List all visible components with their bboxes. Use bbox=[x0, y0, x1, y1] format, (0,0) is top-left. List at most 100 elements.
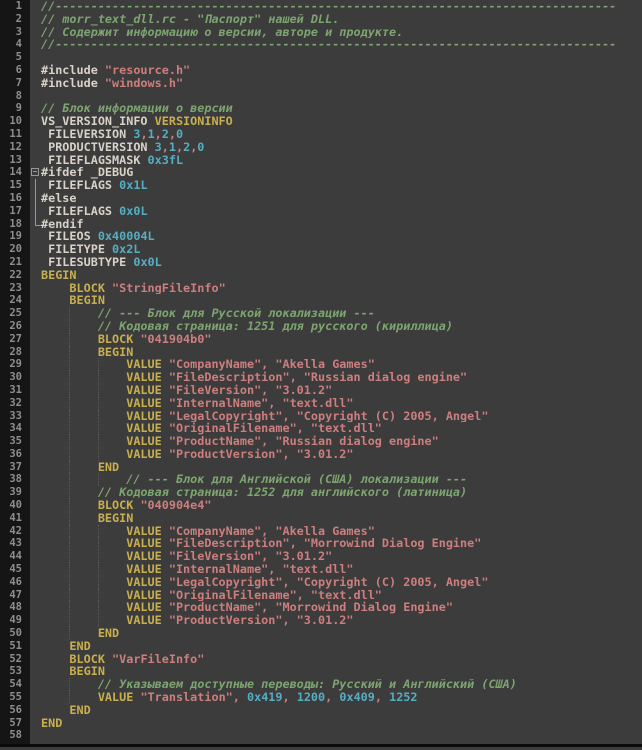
indent-guide bbox=[98, 448, 99, 461]
code-line[interactable]: 16#else bbox=[0, 192, 642, 205]
code-line[interactable]: 15 FILEFLAGS 0x1L bbox=[0, 179, 642, 192]
code-token: 2 bbox=[162, 128, 169, 141]
code-line[interactable]: 27 BLOCK "041904b0" bbox=[0, 333, 642, 346]
indent-guide bbox=[98, 589, 99, 602]
code-line[interactable]: 35 VALUE "ProductName", "Russian dialog … bbox=[0, 435, 642, 448]
line-number: 23 bbox=[0, 282, 30, 295]
code-line[interactable]: 36 VALUE "ProductVersion", "3.01.2" bbox=[0, 448, 642, 461]
code-line[interactable]: 57END bbox=[0, 717, 642, 730]
code-line[interactable]: 38 // --- Блок для Английской (США) лока… bbox=[0, 473, 642, 486]
fold-margin bbox=[30, 77, 41, 90]
fold-margin bbox=[30, 640, 41, 653]
code-line[interactable]: 9// Блок информации о версии bbox=[0, 102, 642, 115]
code-line[interactable]: 42 VALUE "CompanyName", "Akella Games" bbox=[0, 525, 642, 538]
code-line[interactable]: 13 FILEFLAGSMASK 0x3fL bbox=[0, 154, 642, 167]
code-line[interactable]: 1//-------------------------------------… bbox=[0, 0, 642, 13]
code-line[interactable]: 32 VALUE "InternalName", "text.dll" bbox=[0, 397, 642, 410]
code-line[interactable]: 22BEGIN bbox=[0, 269, 642, 282]
code-token: 0x40004L bbox=[98, 230, 155, 243]
code-token: VALUE bbox=[41, 614, 169, 627]
code-token: 0 bbox=[176, 128, 183, 141]
code-line[interactable]: 51 END bbox=[0, 640, 642, 653]
indent-guide bbox=[98, 422, 99, 435]
code-line[interactable]: 31 VALUE "FileVersion", "3.01.2" bbox=[0, 384, 642, 397]
fold-minus-icon[interactable] bbox=[31, 168, 39, 176]
code-line[interactable]: 30 VALUE "FileDescription", "Russian dia… bbox=[0, 371, 642, 384]
code-editor[interactable]: 1//-------------------------------------… bbox=[0, 0, 642, 747]
code-line[interactable]: 25 // --- Блок для Русской локализации -… bbox=[0, 307, 642, 320]
code-token: "OriginalFilename", "text.dll" bbox=[169, 589, 382, 602]
code-line[interactable]: 7#include "windows.h" bbox=[0, 77, 642, 90]
code-line[interactable]: 26 // Кодовая страница: 1251 для русског… bbox=[0, 320, 642, 333]
code-line[interactable]: 45 VALUE "InternalName", "text.dll" bbox=[0, 563, 642, 576]
fold-margin bbox=[30, 589, 41, 602]
code-token: 0 bbox=[197, 141, 204, 154]
code-lines-container: 1//-------------------------------------… bbox=[0, 0, 642, 742]
code-line[interactable]: 54 // Указываем доступные переводы: Русс… bbox=[0, 678, 642, 691]
code-line[interactable]: 53 BEGIN bbox=[0, 665, 642, 678]
code-line[interactable]: 23 BLOCK "StringFileInfo" bbox=[0, 282, 642, 295]
code-line[interactable]: 39 // Кодовая страница: 1252 для английс… bbox=[0, 486, 642, 499]
line-number: 47 bbox=[0, 589, 30, 602]
code-line[interactable]: 19 FILEOS 0x40004L bbox=[0, 230, 642, 243]
code-token: 0x409 bbox=[339, 691, 375, 704]
code-line[interactable]: 46 VALUE "LegalCopyright", "Copyright (C… bbox=[0, 576, 642, 589]
code-line[interactable]: 20 FILETYPE 0x2L bbox=[0, 243, 642, 256]
code-line[interactable]: 18#endif bbox=[0, 218, 642, 231]
fold-collapse-icon[interactable] bbox=[30, 166, 41, 179]
code-text: //--------------------------------------… bbox=[41, 38, 642, 51]
code-line[interactable]: 5 bbox=[0, 51, 642, 64]
indent-guide bbox=[69, 358, 70, 371]
indent-guide bbox=[98, 525, 99, 538]
code-token: "windows.h" bbox=[105, 77, 183, 90]
line-number: 25 bbox=[0, 307, 30, 320]
indent-guide bbox=[69, 691, 70, 704]
code-line[interactable]: 29 VALUE "CompanyName", "Akella Games" bbox=[0, 358, 642, 371]
code-text: // Кодовая страница: 1252 для английског… bbox=[41, 486, 642, 499]
code-line[interactable]: 2// morr_text_dll.rc - "Паспорт" нашей D… bbox=[0, 13, 642, 26]
code-token: VALUE bbox=[41, 397, 169, 410]
code-line[interactable]: 37 END bbox=[0, 461, 642, 474]
code-line[interactable]: 56 END bbox=[0, 704, 642, 717]
fold-margin bbox=[30, 627, 41, 640]
code-token: VERSIONINFO bbox=[155, 115, 233, 128]
code-line[interactable]: 8 bbox=[0, 90, 642, 103]
code-line[interactable]: 17 FILEFLAGS 0x0L bbox=[0, 205, 642, 218]
fold-margin bbox=[30, 333, 41, 346]
code-line[interactable]: 6#include "resource.h" bbox=[0, 64, 642, 77]
code-line[interactable]: 43 VALUE "FileDescription", "Morrowind D… bbox=[0, 537, 642, 550]
code-text: BLOCK "041904b0" bbox=[41, 333, 642, 346]
code-line[interactable]: 48 VALUE "ProductName", "Morrowind Dialo… bbox=[0, 601, 642, 614]
code-text: FILEFLAGS 0x0L bbox=[41, 205, 642, 218]
code-line[interactable]: 58 bbox=[0, 729, 642, 742]
code-line[interactable]: 11 FILEVERSION 3,1,2,0 bbox=[0, 128, 642, 141]
code-token: VALUE bbox=[41, 525, 169, 538]
code-token: END bbox=[41, 717, 62, 730]
code-line[interactable]: 4//-------------------------------------… bbox=[0, 38, 642, 51]
code-line[interactable]: 28 BEGIN bbox=[0, 346, 642, 359]
code-text: #ifdef _DEBUG bbox=[41, 166, 642, 179]
window-bottom-edge bbox=[0, 744, 642, 747]
code-text: // morr_text_dll.rc - "Паспорт" нашей DL… bbox=[41, 13, 642, 26]
line-number: 12 bbox=[0, 141, 30, 154]
code-line[interactable]: 34 VALUE "OriginalFilename", "text.dll" bbox=[0, 422, 642, 435]
code-line[interactable]: 24 BEGIN bbox=[0, 294, 642, 307]
code-line[interactable]: 44 VALUE "FileVersion", "3.01.2" bbox=[0, 550, 642, 563]
code-line[interactable]: 41 BEGIN bbox=[0, 512, 642, 525]
code-line[interactable]: 3// Содержит информацию о версии, авторе… bbox=[0, 26, 642, 39]
code-text: VALUE "OriginalFilename", "text.dll" bbox=[41, 589, 642, 602]
code-token: "VarFileInfo" bbox=[112, 653, 204, 666]
code-line[interactable]: 33 VALUE "LegalCopyright", "Copyright (C… bbox=[0, 410, 642, 423]
code-line[interactable]: 40 BLOCK "040904e4" bbox=[0, 499, 642, 512]
code-line[interactable]: 50 END bbox=[0, 627, 642, 640]
code-line[interactable]: 52 BLOCK "VarFileInfo" bbox=[0, 653, 642, 666]
code-line[interactable]: 12 PRODUCTVERSION 3,1,2,0 bbox=[0, 141, 642, 154]
code-line[interactable]: 14#ifdef _DEBUG bbox=[0, 166, 642, 179]
code-line[interactable]: 10VS_VERSION_INFO VERSIONINFO bbox=[0, 115, 642, 128]
code-line[interactable]: 49 VALUE "ProductVersion", "3.01.2" bbox=[0, 614, 642, 627]
line-number: 26 bbox=[0, 320, 30, 333]
indent-guide bbox=[69, 678, 70, 691]
code-line[interactable]: 47 VALUE "OriginalFilename", "text.dll" bbox=[0, 589, 642, 602]
code-line[interactable]: 21 FILESUBTYPE 0x0L bbox=[0, 256, 642, 269]
code-line[interactable]: 55 VALUE "Translation", 0x419, 1200, 0x4… bbox=[0, 691, 642, 704]
